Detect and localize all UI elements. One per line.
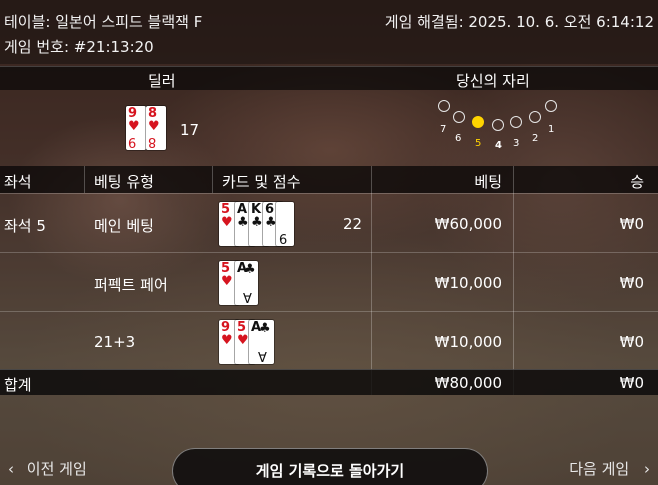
your-seat-heading: 당신의 자리 bbox=[456, 72, 530, 90]
card-rank: 9 bbox=[128, 134, 137, 149]
table-name: 테이블: 일본어 스피드 블랙잭 F bbox=[4, 13, 203, 31]
column-divider bbox=[212, 166, 213, 193]
row-bet-amount: ₩10,000 bbox=[434, 274, 502, 292]
chevron-left-icon: ‹ bbox=[8, 460, 14, 478]
card-suit-icon: ♣ bbox=[259, 321, 271, 336]
seat-4-indicator bbox=[492, 119, 504, 131]
card-suit-icon: ♣ bbox=[251, 215, 263, 230]
row-bet-type: 메인 베팅 bbox=[94, 217, 154, 235]
card-suit-icon: ♥ bbox=[221, 274, 233, 289]
playing-card: A ♣ A bbox=[235, 261, 258, 305]
card-suit-icon: ♥ bbox=[221, 333, 233, 348]
playing-card: 9 bbox=[276, 202, 294, 246]
seat-label: 6 bbox=[455, 133, 462, 144]
row-bet-type: 21+3 bbox=[94, 333, 136, 351]
seat-1-indicator bbox=[545, 100, 557, 112]
row-bet-amount: ₩10,000 bbox=[434, 333, 502, 351]
row-win-amount: ₩0 bbox=[619, 274, 644, 292]
dealer-score: 17 bbox=[180, 121, 200, 139]
totals-win: ₩0 bbox=[619, 374, 644, 392]
seat-label: 1 bbox=[548, 124, 555, 135]
row-bet-amount: ₩60,000 bbox=[434, 215, 502, 233]
seat-2-indicator bbox=[529, 111, 541, 123]
card-rank: A bbox=[243, 289, 252, 304]
seat-5-indicator bbox=[472, 116, 484, 128]
seat-7-indicator bbox=[438, 100, 450, 112]
card-suit-icon: ♥ bbox=[128, 119, 140, 134]
col-cards-score-header: 카드 및 점수 bbox=[222, 173, 301, 191]
playing-card: 8 ♥ 8 bbox=[146, 106, 166, 150]
back-to-history-button[interactable]: 게임 기록으로 돌아가기 bbox=[172, 448, 488, 485]
prev-game-link[interactable]: ‹ 이전 게임 bbox=[8, 458, 87, 479]
playing-card: 9 ♥ 9 bbox=[126, 106, 146, 150]
table-row: 21+3 9 ♥ 5 ♥ A ♣ A ₩10,000 ₩0 bbox=[0, 311, 658, 369]
row-win-amount: ₩0 bbox=[619, 215, 644, 233]
totals-bet: ₩80,000 bbox=[434, 374, 502, 392]
card-suit-icon: ♥ bbox=[237, 333, 249, 348]
card-suit-icon: ♣ bbox=[244, 262, 256, 277]
seat-label-selected: 5 bbox=[475, 138, 482, 149]
col-seat-header: 좌석 bbox=[4, 173, 32, 191]
totals-label: 합계 bbox=[4, 376, 32, 394]
col-bet-type-header: 베팅 유형 bbox=[94, 173, 154, 191]
game-header: 테이블: 일본어 스피드 블랙잭 F 게임 번호: #21:13:20 게임 해… bbox=[0, 0, 658, 64]
row-win-amount: ₩0 bbox=[619, 333, 644, 351]
footer-nav: ‹ 이전 게임 게임 기록으로 돌아가기 다음 게임 › bbox=[0, 440, 658, 485]
card-suit-icon: ♣ bbox=[265, 215, 277, 230]
table-row: 퍼펙트 페어 5 ♥ A ♣ A ₩10,000 ₩0 bbox=[0, 252, 658, 310]
playing-card: A ♣ A bbox=[249, 320, 274, 364]
card-suit-icon: ♥ bbox=[221, 215, 233, 230]
seat-label-player: 4 bbox=[495, 140, 502, 151]
section-header: 딜러 당신의 자리 bbox=[0, 66, 658, 90]
seat-3-indicator bbox=[510, 116, 522, 128]
col-win-header: 승 bbox=[630, 173, 644, 191]
next-game-link[interactable]: 다음 게임 › bbox=[569, 458, 650, 479]
table-row: 좌석 5 메인 베팅 5 ♥ A ♣ K ♣ 6 ♣ 9 22 ₩60,000 … bbox=[0, 193, 658, 251]
next-game-label: 다음 게임 bbox=[569, 460, 630, 478]
game-number: 게임 번호: #21:13:20 bbox=[4, 38, 154, 56]
card-rank: 8 bbox=[148, 134, 157, 149]
seat-label: 7 bbox=[440, 124, 447, 135]
card-suit-icon: ♥ bbox=[148, 119, 160, 134]
seat-6-indicator bbox=[453, 111, 465, 123]
chevron-right-icon: › bbox=[644, 460, 650, 478]
card-suit-icon: ♣ bbox=[237, 215, 249, 230]
dealer-heading: 딜러 bbox=[148, 72, 176, 90]
table-header-row: 좌석 베팅 유형 카드 및 점수 베팅 승 bbox=[0, 166, 658, 193]
row-score: 22 bbox=[343, 215, 363, 233]
seat-label: 3 bbox=[513, 138, 520, 149]
card-rank: 9 bbox=[279, 230, 288, 245]
column-divider bbox=[84, 166, 85, 193]
totals-row: 합계 ₩80,000 ₩0 bbox=[0, 369, 658, 395]
row-bet-type: 퍼펙트 페어 bbox=[94, 276, 168, 294]
prev-game-label: 이전 게임 bbox=[26, 460, 87, 478]
seat-label: 2 bbox=[532, 133, 539, 144]
col-bet-header: 베팅 bbox=[474, 173, 502, 191]
row-seat: 좌석 5 bbox=[4, 217, 46, 235]
game-resolved-time: 게임 해결됨: 2025. 10. 6. 오전 6:14:12 bbox=[384, 13, 654, 31]
card-rank: A bbox=[258, 348, 267, 363]
